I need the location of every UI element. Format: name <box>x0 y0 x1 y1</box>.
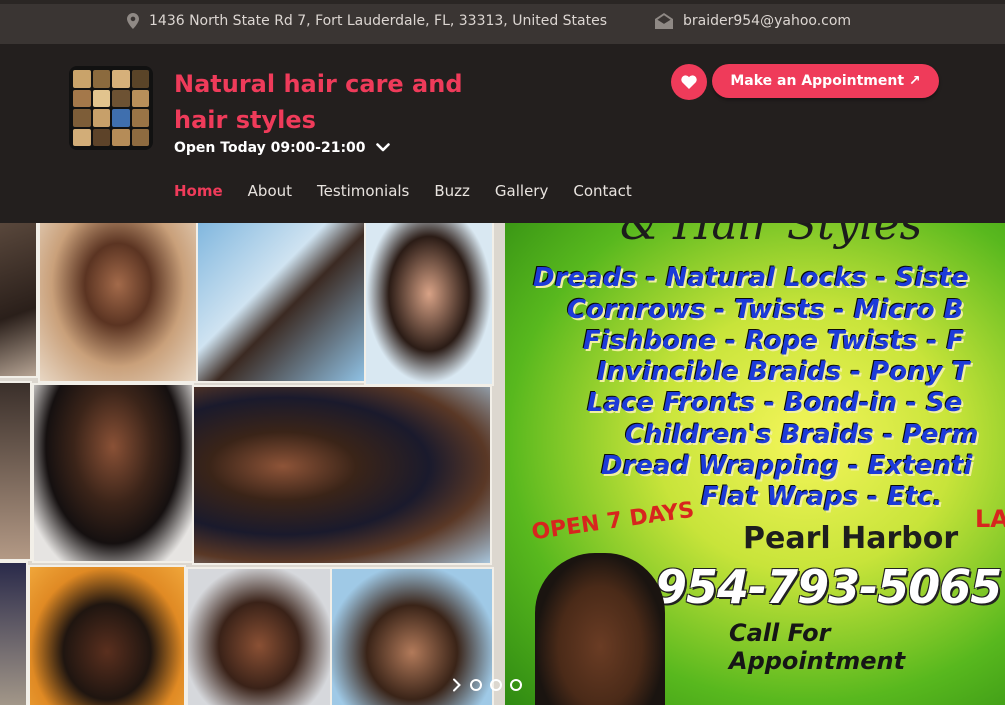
envelope-icon <box>655 13 673 29</box>
main-nav: Home About Testimonials Buzz Gallery Con… <box>174 182 657 200</box>
flyer-open-days: OPEN 7 DAYS <box>530 497 696 546</box>
flyer-location: Pearl Harbor <box>743 521 959 556</box>
site-title-line1: Natural hair care and <box>174 70 463 98</box>
flyer-decorative-heading: & Hair Styles <box>620 223 923 250</box>
opening-hours-toggle[interactable]: Open Today 09:00-21:00 <box>174 140 390 156</box>
collage-photo <box>186 567 332 705</box>
flyer-service-line: Dreads - Natural Locks - Siste <box>533 263 969 293</box>
slider-dot-1[interactable] <box>470 679 482 691</box>
flyer-service-line: Children's Braids - Perm <box>625 420 979 450</box>
email-item[interactable]: braider954@yahoo.com <box>655 13 851 29</box>
collage-photo <box>38 223 198 383</box>
flyer-service-line: Flat Wraps - Etc. <box>701 482 943 512</box>
flyer-service-line: Lace Fronts - Bond-in - Se <box>587 388 963 418</box>
collage-photo <box>28 565 186 705</box>
nav-testimonials[interactable]: Testimonials <box>317 182 409 200</box>
collage-photo <box>364 223 494 386</box>
flyer-partial-text: LA <box>975 505 1005 533</box>
collage-photo <box>192 385 492 565</box>
slider-dot-2[interactable] <box>490 679 502 691</box>
top-info-bar: 1436 North State Rd 7, Fort Lauderdale, … <box>0 0 1005 44</box>
nav-buzz[interactable]: Buzz <box>434 182 470 200</box>
collage-photo <box>0 561 28 705</box>
collage-photo <box>196 223 366 383</box>
collage-photo <box>0 381 32 561</box>
collage-photo <box>32 383 194 563</box>
flyer-service-line: Fishbone - Rope Twists - F <box>583 326 965 356</box>
site-title-line2: hair styles <box>174 106 316 134</box>
make-appointment-button[interactable]: Make an Appointment ↗ <box>712 64 939 98</box>
chevron-down-icon <box>375 143 390 152</box>
address-item: 1436 North State Rd 7, Fort Lauderdale, … <box>127 13 607 29</box>
site-title[interactable]: Natural hair care and hair styles <box>174 66 474 138</box>
nav-gallery[interactable]: Gallery <box>495 182 548 200</box>
salon-flyer-image: & Hair Styles Dreads - Natural Locks - S… <box>505 223 1005 705</box>
chevron-right-icon[interactable] <box>452 678 462 692</box>
nav-about[interactable]: About <box>248 182 292 200</box>
nav-contact[interactable]: Contact <box>573 182 631 200</box>
opening-hours-text: Open Today 09:00-21:00 <box>174 140 366 156</box>
location-pin-icon <box>127 13 139 29</box>
hero-slider: & Hair Styles Dreads - Natural Locks - S… <box>0 223 1005 705</box>
nav-home[interactable]: Home <box>174 182 223 200</box>
flyer-service-line: Cornrows - Twists - Micro B <box>567 295 964 325</box>
collage-photo <box>0 223 38 378</box>
logo[interactable] <box>69 66 153 150</box>
favorite-button[interactable] <box>671 64 707 100</box>
flyer-phone-number: 954-793-5065 <box>655 560 1002 614</box>
slider-dot-3[interactable] <box>510 679 522 691</box>
heart-icon <box>681 75 697 89</box>
flyer-call-text: Call For Appointment <box>729 619 906 675</box>
site-header: Natural hair care and hair styles Open T… <box>0 44 1005 223</box>
slider-controls <box>452 678 522 692</box>
flyer-service-line: Invincible Braids - Pony T <box>597 357 970 387</box>
flyer-service-line: Dread Wrapping - Extenti <box>601 451 973 481</box>
hairstyle-collage-image <box>0 223 505 705</box>
email-link[interactable]: braider954@yahoo.com <box>683 13 851 29</box>
address-text: 1436 North State Rd 7, Fort Lauderdale, … <box>149 13 608 29</box>
flyer-child-photo <box>535 553 665 705</box>
